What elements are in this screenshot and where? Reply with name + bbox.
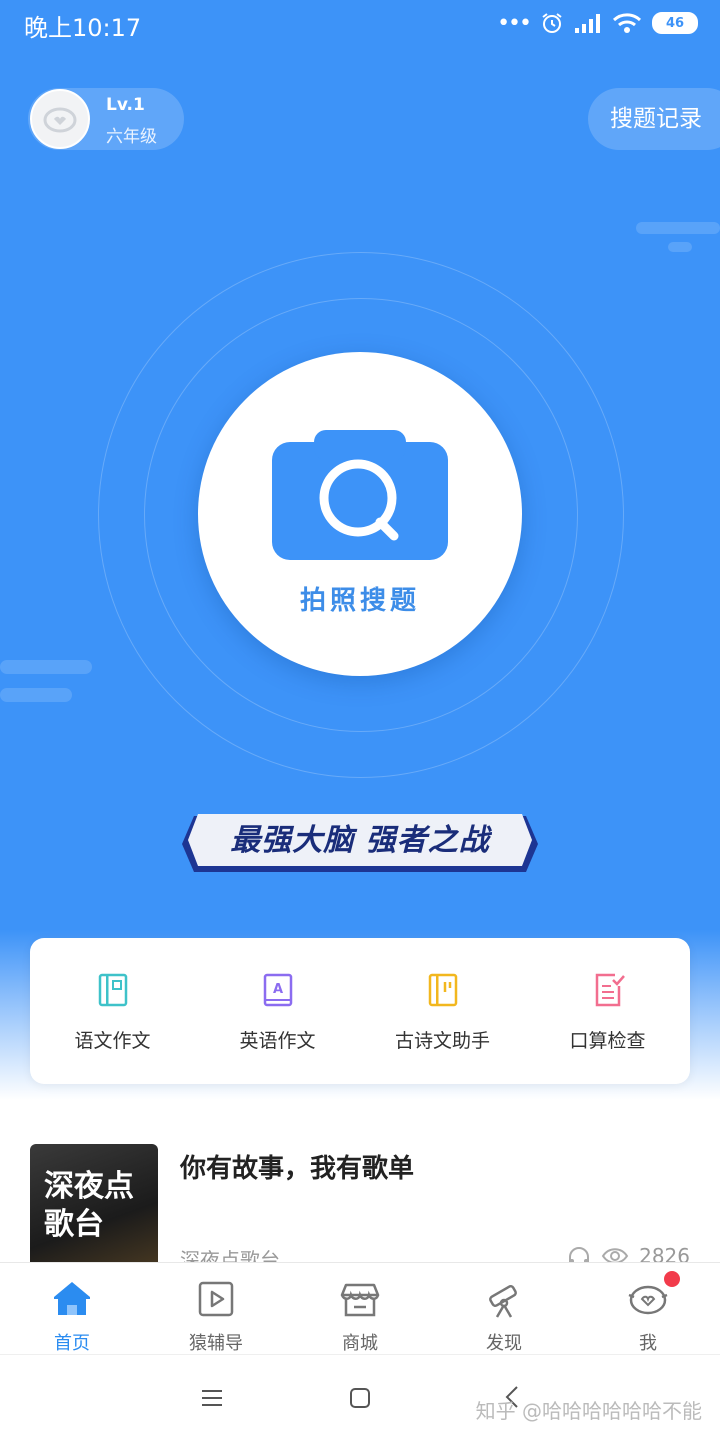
telescope-icon: [489, 1285, 517, 1318]
checklist-icon: [595, 973, 625, 1007]
video-play-icon: [198, 1281, 234, 1317]
status-time: 晚上10:17: [24, 14, 142, 42]
status-bar: 晚上10:17 ••• 46: [0, 0, 720, 46]
default-avatar-icon: [43, 107, 77, 133]
battery-icon: 46: [652, 12, 698, 34]
tab-label: 商城: [342, 1333, 378, 1354]
store-icon: [340, 1283, 380, 1317]
watermark: 知乎 @哈哈哈哈哈哈不能: [475, 1399, 702, 1423]
cloud-decoration-left-small: [0, 688, 72, 702]
wifi-icon: [612, 13, 642, 33]
cloud-decoration-left: [0, 660, 92, 674]
tool-mental-math-check[interactable]: 口算检查: [525, 938, 690, 1084]
tab-label: 首页: [54, 1333, 90, 1354]
tab-yuan-tutoring[interactable]: 猿辅导: [144, 1263, 288, 1355]
user-grade: 六年级: [106, 127, 157, 147]
camera-search-icon: [272, 430, 448, 560]
home-icon: [54, 1282, 90, 1315]
tab-store[interactable]: 商城: [288, 1263, 432, 1355]
profile-icon: [628, 1285, 668, 1315]
tool-poetry-assistant[interactable]: 古诗文助手: [360, 938, 525, 1084]
signal-icon: [575, 14, 600, 33]
feed-article[interactable]: 深夜点歌台 你有故事，我有歌单 深夜点歌台 2826: [0, 1120, 720, 1272]
tool-english-composition[interactable]: A 英语作文: [195, 938, 360, 1084]
tab-home[interactable]: 首页: [0, 1263, 144, 1355]
tool-label: 古诗文助手: [394, 1030, 490, 1052]
more-dots-icon: •••: [497, 10, 532, 36]
user-level-chip[interactable]: Lv.1 六年级: [28, 88, 184, 150]
alarm-icon: [542, 13, 562, 33]
cloud-decoration-right: [636, 222, 720, 234]
user-level: Lv.1: [106, 95, 145, 115]
promo-banner[interactable]: 最强大脑 强者之战: [180, 812, 540, 876]
book-icon: [98, 973, 128, 1007]
tool-chinese-composition[interactable]: 语文作文: [30, 938, 195, 1084]
tab-me[interactable]: 我: [576, 1263, 720, 1355]
menu-icon[interactable]: [200, 1388, 224, 1408]
tool-label: 语文作文: [74, 1030, 151, 1052]
home-button-icon[interactable]: [349, 1387, 371, 1409]
tool-label: 口算检查: [569, 1030, 646, 1052]
tools-card: 语文作文 A 英语作文 古诗文助手 口算检查: [30, 938, 690, 1084]
svg-text:A: A: [273, 982, 283, 997]
status-icons: ••• 46: [497, 9, 698, 37]
photo-search-label: 拍照搜题: [299, 586, 420, 616]
tab-label: 发现: [486, 1333, 522, 1354]
thumbnail-text: 深夜点歌台: [44, 1169, 134, 1242]
tab-label: 我: [639, 1333, 657, 1354]
banner-text: 最强大脑 强者之战: [230, 823, 490, 858]
english-book-icon: A: [263, 973, 293, 1007]
tool-label: 英语作文: [239, 1030, 316, 1052]
bottom-tab-bar: 首页 猿辅导 商城 发现 我: [0, 1262, 720, 1355]
article-title: 你有故事，我有歌单: [180, 1154, 415, 1184]
cloud-decoration-right-small: [668, 242, 692, 252]
avatar[interactable]: [30, 89, 90, 149]
poetry-book-icon: [428, 973, 458, 1007]
notification-badge: [664, 1271, 680, 1287]
tab-discover[interactable]: 发现: [432, 1263, 576, 1355]
article-thumbnail: 深夜点歌台: [30, 1144, 158, 1272]
search-history-button[interactable]: 搜题记录: [588, 88, 720, 150]
tab-label: 猿辅导: [189, 1333, 243, 1354]
photo-search-button[interactable]: 拍照搜题: [198, 352, 522, 676]
